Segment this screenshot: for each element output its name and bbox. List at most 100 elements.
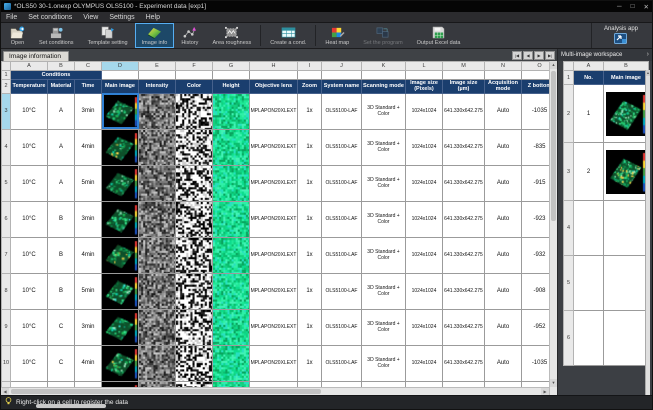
cell-color[interactable]	[176, 201, 213, 237]
cell-scanning-mode[interactable]: 3D Standard + Color	[362, 237, 406, 273]
nav-next-icon[interactable]: ▶	[534, 51, 544, 60]
workspace-cell-main-image[interactable]	[604, 256, 649, 311]
cell-zoom[interactable]: 1x	[298, 237, 322, 273]
cell-color[interactable]	[176, 309, 213, 345]
menu-set-conditions[interactable]: Set conditions	[28, 14, 72, 21]
column-header-acquisition-mode[interactable]: Acquisition mode	[485, 80, 522, 94]
column-letter-H[interactable]: H	[250, 62, 298, 71]
cell-temperature[interactable]: 10°C	[11, 201, 48, 237]
column-header-image-size-pixels-[interactable]: Image size (Pixels)	[406, 80, 443, 94]
cell-height[interactable]	[213, 345, 250, 381]
cell-main-image[interactable]	[102, 129, 139, 165]
workspace-row-number-6[interactable]: 6	[564, 311, 574, 366]
column-letter-M[interactable]: M	[443, 62, 485, 71]
column-letter-I[interactable]: I	[298, 62, 322, 71]
cell-height[interactable]	[213, 273, 250, 309]
workspace-cell-main-image[interactable]	[604, 85, 649, 143]
workspace-scroll-up-icon[interactable]: ▲	[646, 70, 650, 76]
cell-main-image[interactable]	[102, 201, 139, 237]
cell-material[interactable]: A	[48, 93, 75, 129]
cell-zoom[interactable]: 1x	[298, 129, 322, 165]
cell-time[interactable]: 3min	[75, 201, 102, 237]
cell-material[interactable]: C	[48, 345, 75, 381]
cell-main-image[interactable]	[102, 309, 139, 345]
cell-color[interactable]	[176, 273, 213, 309]
column-letter-J[interactable]: J	[322, 62, 362, 71]
cell-image-size-um[interactable]: 641.330x642.275	[443, 309, 485, 345]
cell-objective-lens[interactable]: MPLAPON20XLEXT	[250, 165, 298, 201]
cell-time[interactable]: 5min	[75, 165, 102, 201]
cell-objective-lens[interactable]: MPLAPON20XLEXT	[250, 309, 298, 345]
cell-scanning-mode[interactable]: 3D Standard + Color	[362, 165, 406, 201]
cell-acquisition-mode[interactable]: Auto	[485, 201, 522, 237]
cell-objective-lens[interactable]: MPLAPON20XLEXT	[250, 93, 298, 129]
row-number-6[interactable]: 6	[2, 201, 11, 237]
horizontal-scrollbar[interactable]: ◀ ▶	[1, 387, 549, 395]
cell-system-name[interactable]: OLS5100-LAF	[322, 345, 362, 381]
cell-z-bottom[interactable]: -915	[522, 165, 550, 201]
scroll-right-icon[interactable]: ▶	[541, 388, 549, 395]
cell-image-size-px[interactable]: 1024x1024	[406, 345, 443, 381]
cell-intensity[interactable]	[139, 129, 176, 165]
cell-color[interactable]	[176, 165, 213, 201]
template-setting-button[interactable]: Template setting	[81, 23, 135, 48]
menu-file[interactable]: File	[6, 14, 17, 21]
cell-temperature[interactable]: 10°C	[11, 129, 48, 165]
cell-scanning-mode[interactable]: 3D Standard + Color	[362, 345, 406, 381]
workspace-column-header-no-[interactable]: No.	[574, 71, 604, 85]
cell-z-bottom[interactable]: -1035	[522, 345, 550, 381]
cell-system-name[interactable]: OLS5100-LAF	[322, 165, 362, 201]
cell-system-name[interactable]: OLS5100-LAF	[322, 129, 362, 165]
cell-material[interactable]: B	[48, 237, 75, 273]
menu-settings[interactable]: Settings	[109, 14, 134, 21]
cell-temperature[interactable]: 10°C	[11, 237, 48, 273]
cell-scanning-mode[interactable]: 3D Standard + Color	[362, 93, 406, 129]
row-number-9[interactable]: 9	[2, 309, 11, 345]
cell-main-image[interactable]	[102, 345, 139, 381]
cell-image-size-px[interactable]: 1024x1024	[406, 273, 443, 309]
cell-image-size-um[interactable]: 641.330x642.275	[443, 165, 485, 201]
nav-last-icon[interactable]: ▶|	[545, 51, 555, 60]
column-letter-B[interactable]: B	[48, 62, 75, 71]
column-header-temperature[interactable]: Temperature	[11, 80, 48, 94]
cell-height[interactable]	[213, 129, 250, 165]
cell-z-bottom[interactable]: -932	[522, 237, 550, 273]
cell-height[interactable]	[213, 237, 250, 273]
cell-system-name[interactable]: OLS5100-LAF	[322, 93, 362, 129]
scroll-left-icon[interactable]: ◀	[1, 388, 9, 395]
cell-system-name[interactable]: OLS5100-LAF	[322, 237, 362, 273]
empty-cell[interactable]	[250, 71, 298, 80]
column-header-system-name[interactable]: System name	[322, 80, 362, 94]
column-letter-E[interactable]: E	[139, 62, 176, 71]
cell-height[interactable]	[213, 309, 250, 345]
cell-objective-lens[interactable]: MPLAPON20XLEXT	[250, 273, 298, 309]
workspace-cell-no[interactable]: 2	[574, 143, 604, 201]
cell-objective-lens[interactable]: MPLAPON20XLEXT	[250, 237, 298, 273]
cell-image-size-um[interactable]: 641.330x642.275	[443, 129, 485, 165]
column-header-material[interactable]: Material	[48, 80, 75, 94]
cell-scanning-mode[interactable]: 3D Standard + Color	[362, 273, 406, 309]
scroll-down-icon[interactable]: ▼	[550, 379, 557, 387]
column-header-time[interactable]: Time	[75, 80, 102, 94]
empty-cell[interactable]	[522, 71, 550, 80]
analysis-app-icon[interactable]	[614, 33, 627, 46]
cell-image-size-px[interactable]: 1024x1024	[406, 129, 443, 165]
empty-cell[interactable]	[406, 71, 443, 80]
cell-temperature[interactable]: 10°C	[11, 93, 48, 129]
cell-objective-lens[interactable]: MPLAPON20XLEXT	[250, 345, 298, 381]
cell-acquisition-mode[interactable]: Auto	[485, 237, 522, 273]
cell-objective-lens[interactable]: MPLAPON20XLEXT	[250, 129, 298, 165]
set-conditions-button[interactable]: Set conditions	[32, 23, 81, 48]
cell-material[interactable]: C	[48, 309, 75, 345]
cell-image-size-um[interactable]: 641.330x642.275	[443, 273, 485, 309]
cell-image-size-px[interactable]: 1024x1024	[406, 93, 443, 129]
cell-material[interactable]: B	[48, 201, 75, 237]
cell-image-size-px[interactable]: 1024x1024	[406, 165, 443, 201]
workspace-cell-main-image[interactable]	[604, 143, 649, 201]
cell-material[interactable]: A	[48, 165, 75, 201]
cell-material[interactable]: A	[48, 129, 75, 165]
cell-intensity[interactable]	[139, 93, 176, 129]
menu-view[interactable]: View	[83, 14, 98, 21]
cell-color[interactable]	[176, 237, 213, 273]
cell-z-bottom[interactable]: -908	[522, 273, 550, 309]
